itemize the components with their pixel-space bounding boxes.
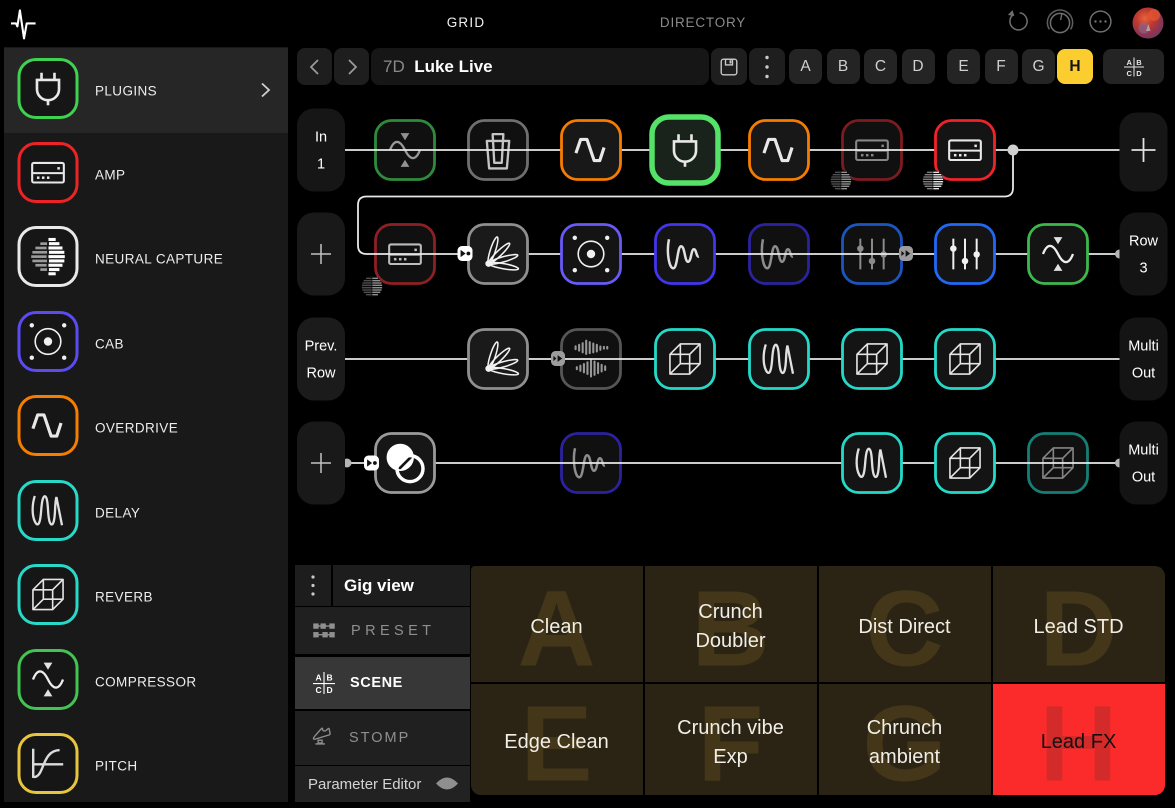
svg-text:B: B xyxy=(327,672,333,682)
svg-text:B: B xyxy=(1136,58,1142,67)
svg-text:Multi: Multi xyxy=(1128,339,1159,355)
svg-text:In: In xyxy=(315,130,327,146)
svg-text:C: C xyxy=(1126,69,1132,78)
svg-text:Prev.: Prev. xyxy=(305,339,338,355)
svg-text:Out: Out xyxy=(1132,366,1155,382)
svg-text:A: A xyxy=(1126,58,1132,67)
svg-text:D: D xyxy=(327,685,333,695)
svg-text:3: 3 xyxy=(1139,261,1147,277)
svg-text:1: 1 xyxy=(317,157,325,173)
svg-text:A: A xyxy=(316,672,322,682)
svg-text:Out: Out xyxy=(1132,470,1155,486)
svg-text:Row: Row xyxy=(306,366,336,382)
svg-text:C: C xyxy=(316,685,322,695)
svg-text:D: D xyxy=(1136,69,1142,78)
svg-text:Multi: Multi xyxy=(1128,443,1159,459)
svg-text:Row: Row xyxy=(1129,234,1159,250)
